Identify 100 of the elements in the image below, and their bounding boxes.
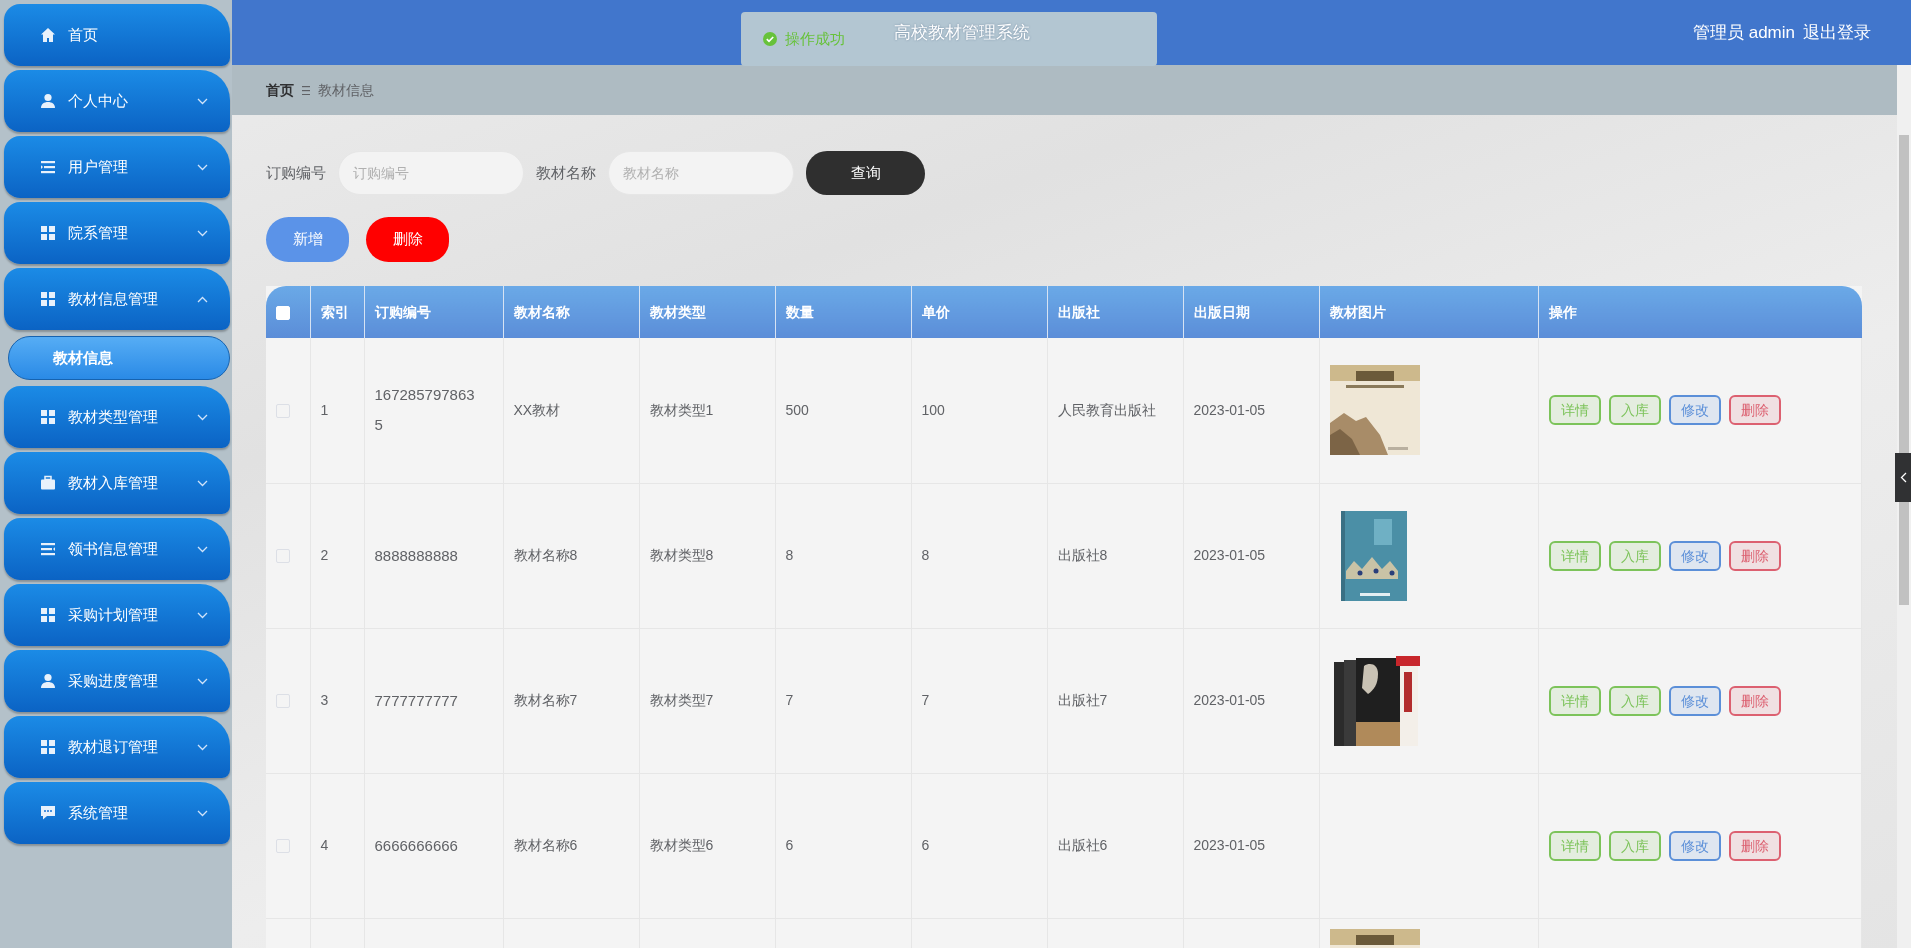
list-icon [40,541,56,557]
list-icon [40,159,56,175]
grid-icon [40,291,56,307]
breadcrumb-link[interactable]: 首页 [266,79,294,101]
menu-item[interactable]: 系统管理 [4,782,230,844]
action-button[interactable]: 详情 [1548,685,1601,716]
table-cell: 2023-01-05 [1183,773,1319,918]
table-cell: XX教材 [503,338,639,483]
action-button[interactable]: 修改 [1668,540,1721,571]
select-all-checkbox[interactable] [276,305,290,320]
chevron-down-icon [197,611,208,619]
logout-link[interactable]: 退出登录 [1803,19,1871,46]
table-cell: 2023-01-05 [1183,628,1319,773]
toolbar-button[interactable]: 新增 [266,217,349,262]
success-icon [763,32,777,46]
grid-icon [40,225,56,241]
chat-icon [40,805,56,821]
row-checkbox[interactable] [276,694,290,709]
scrollbar-thumb[interactable] [1899,135,1909,605]
table-cell: 7 [775,628,911,773]
menu-item[interactable]: 领书信息管理 [4,518,230,580]
action-button[interactable]: 详情 [1548,395,1601,426]
app-title: 高校教材管理系统 [894,22,1031,42]
menu-item[interactable]: 教材退订管理 [4,716,230,778]
table-cell: 7 [911,628,1047,773]
scrollbar[interactable] [1897,65,1911,948]
person-icon [40,673,56,689]
table-cell: 教材类型6 [639,773,775,918]
action-button[interactable]: 入库 [1608,685,1661,716]
table-cell: 3 [310,628,364,773]
grid-icon [40,739,56,755]
action-button[interactable]: 删除 [1728,540,1781,571]
submenu-item[interactable]: 教材信息 [8,336,230,380]
search-field[interactable]: 教材名称 [608,151,794,195]
menu-item[interactable]: 教材类型管理 [4,386,230,448]
chevron-down-icon [197,229,208,237]
table-cell: 1672857978635 [364,338,503,483]
search-button[interactable]: 查询 [806,151,925,195]
column-header: 操作 [1538,286,1862,338]
menu-item[interactable]: 首页 [4,4,230,66]
table-cell: 出版社6 [1047,773,1183,918]
table-cell: 500 [775,338,911,483]
chevron-down-icon [197,479,208,487]
column-header: 单价 [911,286,1047,338]
separator-icon [302,85,310,95]
action-button[interactable]: 删除 [1728,395,1781,426]
column-header: 出版日期 [1183,286,1319,338]
home-icon [40,27,56,43]
table-cell: 6 [775,773,911,918]
table-cell: 7777777777 [364,628,503,773]
table-cell: 出版社8 [1047,483,1183,628]
action-button[interactable]: 修改 [1668,685,1721,716]
collapse-button[interactable] [1895,453,1911,502]
action-button[interactable]: 详情 [1548,830,1601,861]
menu-item[interactable]: 教材入库管理 [4,452,230,514]
menu-item[interactable]: 个人中心 [4,70,230,132]
table-cell: 出版社7 [1047,628,1183,773]
menu-item[interactable]: 采购计划管理 [4,584,230,646]
table-cell: 教材类型1 [639,338,775,483]
table-cell: 2023-01-05 [1183,338,1319,483]
action-button[interactable]: 删除 [1728,685,1781,716]
column-header: 出版社 [1047,286,1183,338]
table-cell: 教材类型8 [639,483,775,628]
action-button[interactable]: 入库 [1608,830,1661,861]
toolbar-button[interactable]: 删除 [366,217,449,262]
menu-item[interactable]: 教材信息管理 [4,268,230,330]
menu-item[interactable]: 院系管理 [4,202,230,264]
table-cell: 8 [775,483,911,628]
row-checkbox[interactable] [276,839,290,854]
row-checkbox[interactable] [276,549,290,564]
table-cell: 教材名称8 [503,483,639,628]
table-cell: 4 [310,773,364,918]
chevron-down-icon [197,163,208,171]
column-header: 教材类型 [639,286,775,338]
chevron-down-icon [197,743,208,751]
grid-icon [40,409,56,425]
search-field[interactable]: 订购编号 [338,151,524,195]
breadcrumb-current: 教材信息 [318,80,374,100]
chevron-down-icon [197,97,208,105]
action-button[interactable]: 详情 [1548,540,1601,571]
user-name: 管理员 admin [1692,21,1795,44]
table-cell: 1 [310,338,364,483]
row-checkbox[interactable] [276,404,290,419]
action-button[interactable]: 入库 [1608,540,1661,571]
table-cell: 人民教育出版社 [1047,338,1183,483]
chevron-down-icon [197,545,208,553]
action-button[interactable]: 修改 [1668,395,1721,426]
table-cell: 2 [310,483,364,628]
action-button[interactable]: 修改 [1668,830,1721,861]
briefcase-icon [40,475,56,491]
menu-item[interactable]: 用户管理 [4,136,230,198]
chevron-down-icon [197,677,208,685]
table-cell: 100 [911,338,1047,483]
field-label: 订购编号 [266,162,326,183]
grid-icon [40,607,56,623]
action-button[interactable]: 删除 [1728,830,1781,861]
column-header: 数量 [775,286,911,338]
menu-item[interactable]: 采购进度管理 [4,650,230,712]
action-button[interactable]: 入库 [1608,395,1661,426]
table-cell: 6 [911,773,1047,918]
